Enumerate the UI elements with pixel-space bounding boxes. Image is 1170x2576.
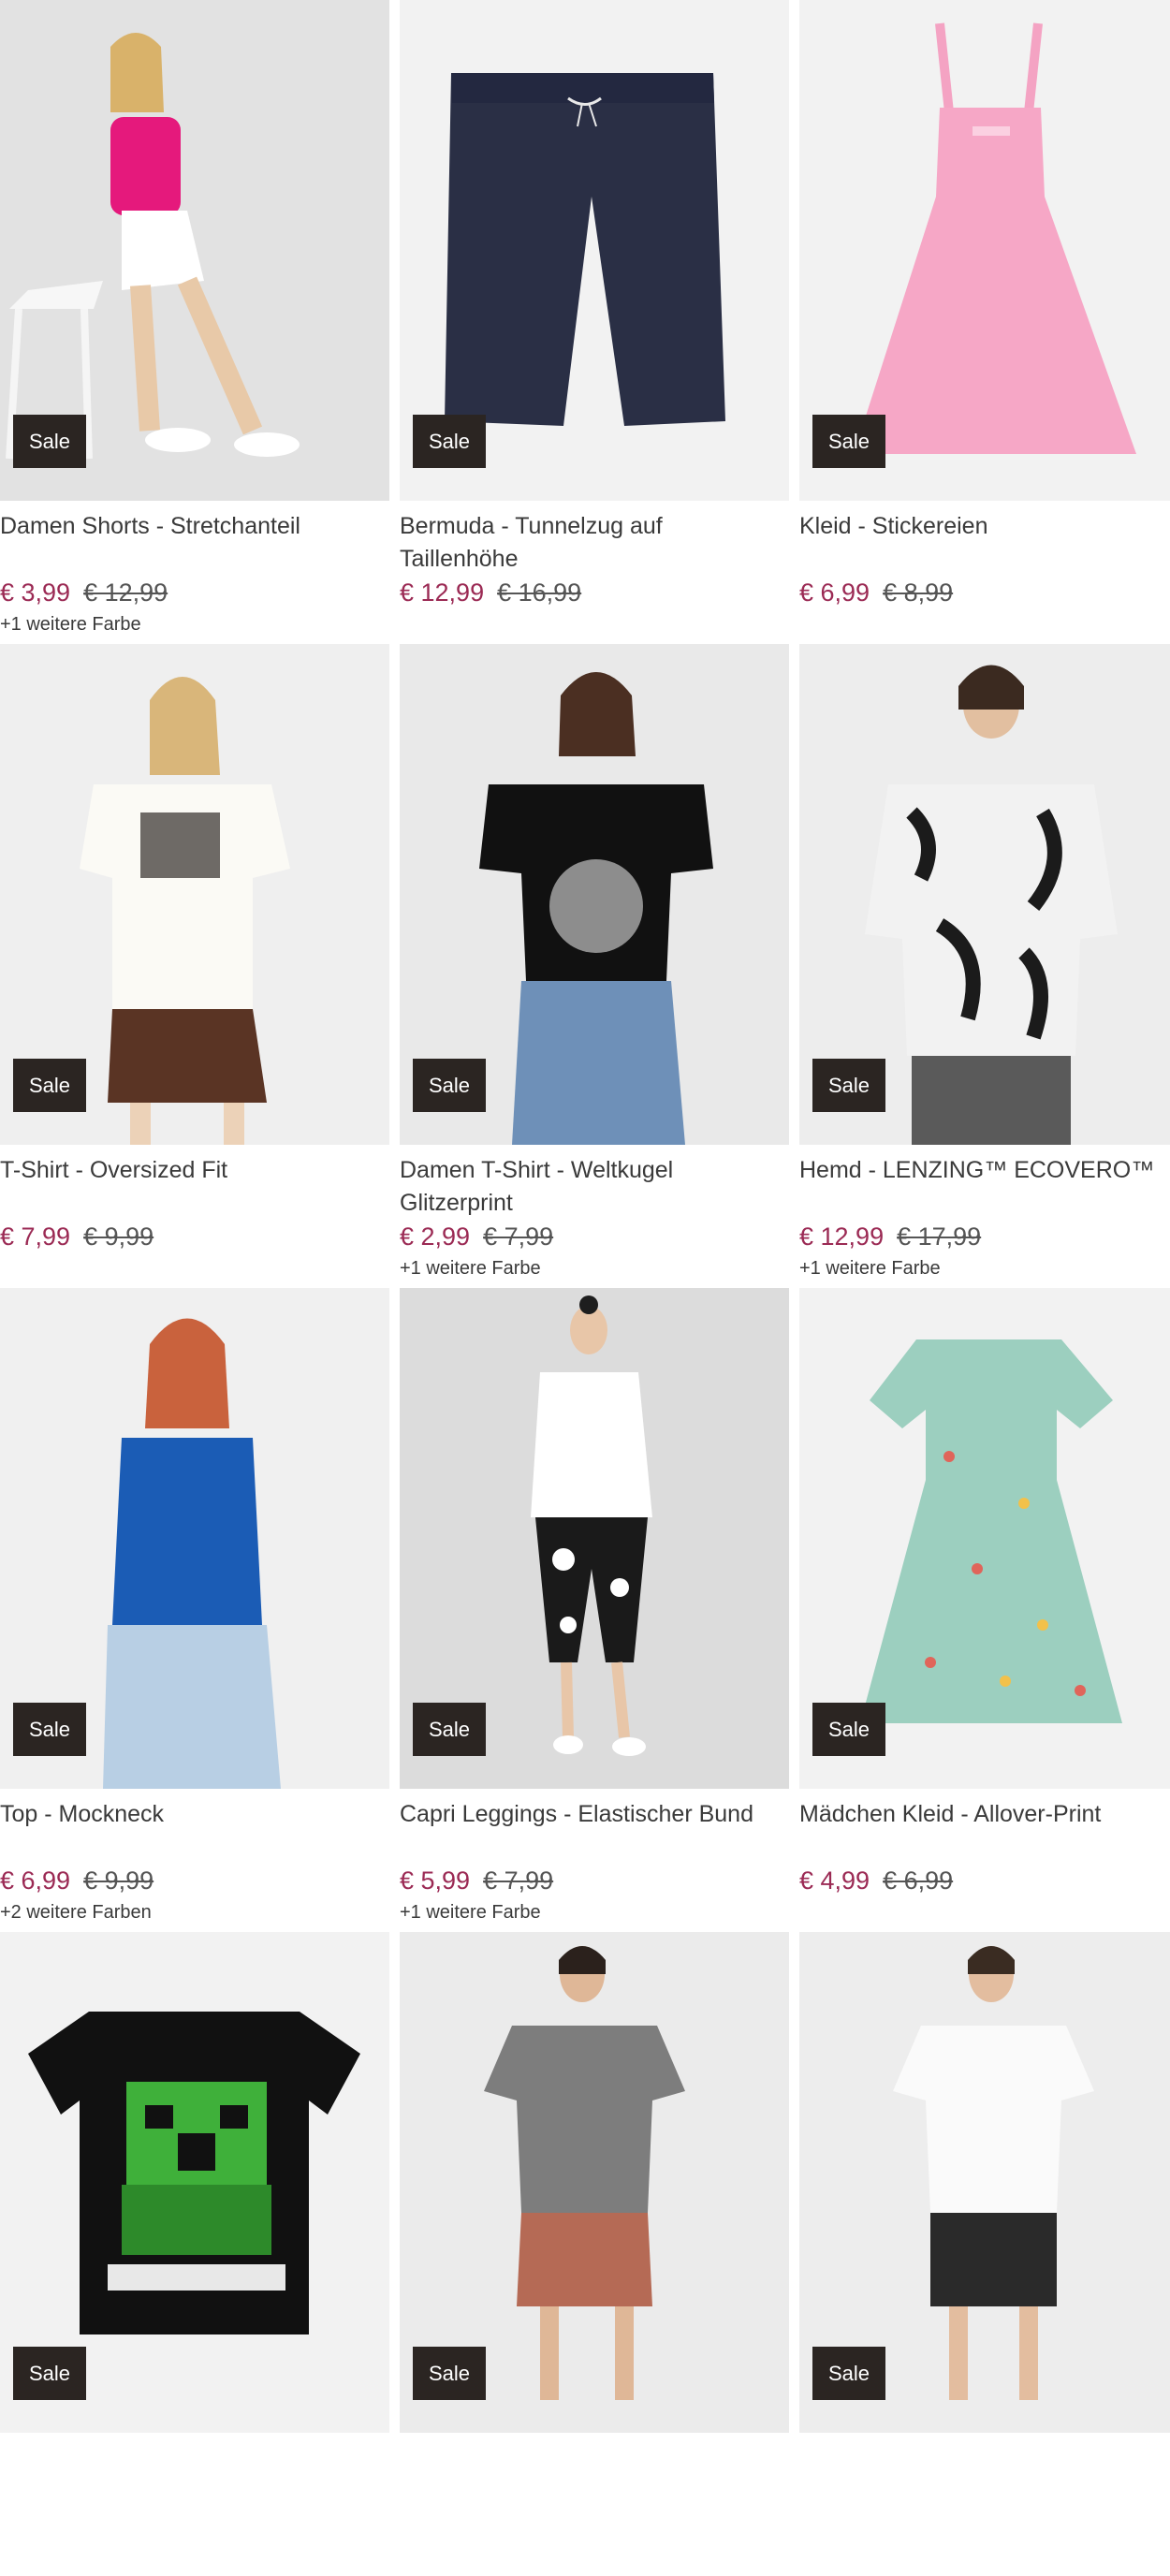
old-price: € 6,99 <box>883 1866 954 1895</box>
product-card[interactable]: Sale Hemd - LENZING™ ECOVERO™ € 12,99 € 1… <box>799 644 1170 1288</box>
product-title[interactable]: T-Shirt - Oversized Fit <box>0 1154 389 1220</box>
product-card[interactable]: Sale <box>799 1932 1170 2576</box>
sale-badge: Sale <box>413 2347 486 2400</box>
product-title[interactable]: Capri Leggings - Elastischer Bund <box>400 1798 789 1864</box>
product-image[interactable]: Sale <box>400 0 789 501</box>
old-price: € 16,99 <box>497 578 582 607</box>
product-card[interactable]: Sale Bermuda - Tunnelzug auf Taillenhöhe… <box>400 0 789 644</box>
old-price: € 12,99 <box>83 578 168 607</box>
more-colors[interactable]: +1 weitere Farbe <box>400 1899 789 1925</box>
product-title[interactable]: Damen Shorts - Stretchanteil <box>0 510 389 576</box>
old-price: € 9,99 <box>83 1222 154 1251</box>
price-row: € 2,99 € 7,99 <box>400 1220 789 1253</box>
sale-badge: Sale <box>413 1703 486 1756</box>
sale-price: € 12,99 <box>400 578 485 607</box>
sale-price: € 3,99 <box>0 578 71 607</box>
product-card[interactable]: Sale Kleid - Stickereien € 6,99 € 8,99 <box>799 0 1170 644</box>
old-price: € 17,99 <box>897 1222 982 1251</box>
product-image[interactable]: Sale <box>799 1288 1170 1789</box>
product-image[interactable]: Sale <box>400 1932 789 2433</box>
product-card[interactable]: Sale Damen Shorts - Stretchanteil € 3,99… <box>0 0 389 644</box>
old-price: € 7,99 <box>483 1222 554 1251</box>
product-card[interactable]: Sale Top - Mockneck € 6,99 € 9,99 +2 weit… <box>0 1288 389 1932</box>
sale-badge: Sale <box>13 2347 86 2400</box>
old-price: € 9,99 <box>83 1866 154 1895</box>
product-card[interactable]: Sale <box>0 1932 389 2576</box>
product-grid: Sale Damen Shorts - Stretchanteil € 3,99… <box>0 0 1170 2576</box>
sale-price: € 7,99 <box>0 1222 71 1251</box>
product-title[interactable]: Bermuda - Tunnelzug auf Taillenhöhe <box>400 510 789 576</box>
sale-price: € 4,99 <box>799 1866 870 1895</box>
more-colors[interactable]: +1 weitere Farbe <box>0 611 389 637</box>
sale-price: € 5,99 <box>400 1866 471 1895</box>
price-row: € 5,99 € 7,99 <box>400 1864 789 1897</box>
old-price: € 8,99 <box>883 578 954 607</box>
sale-badge: Sale <box>413 1059 486 1112</box>
product-image[interactable]: Sale <box>400 644 789 1145</box>
product-image[interactable]: Sale <box>0 0 389 501</box>
product-card[interactable]: Sale <box>400 1932 789 2576</box>
product-image[interactable]: Sale <box>0 1288 389 1789</box>
product-image[interactable]: Sale <box>0 1932 389 2433</box>
product-card[interactable]: Sale Mädchen Kleid - Allover-Print € 4,9… <box>799 1288 1170 1932</box>
sale-badge: Sale <box>13 1059 86 1112</box>
product-image[interactable]: Sale <box>799 0 1170 501</box>
sale-badge: Sale <box>812 1703 885 1756</box>
price-row: € 3,99 € 12,99 <box>0 576 389 609</box>
more-colors[interactable]: +1 weitere Farbe <box>400 1255 789 1281</box>
sale-badge: Sale <box>413 415 486 468</box>
price-row: € 7,99 € 9,99 <box>0 1220 389 1253</box>
old-price: € 7,99 <box>483 1866 554 1895</box>
price-row: € 12,99 € 16,99 <box>400 576 789 609</box>
price-row: € 4,99 € 6,99 <box>799 1864 1170 1897</box>
product-card[interactable]: Sale Damen T-Shirt - Weltkugel Glitzerpr… <box>400 644 789 1288</box>
price-row: € 12,99 € 17,99 <box>799 1220 1170 1253</box>
more-colors[interactable]: +2 weitere Farben <box>0 1899 389 1925</box>
sale-price: € 6,99 <box>0 1866 71 1895</box>
product-title[interactable]: Kleid - Stickereien <box>799 510 1170 576</box>
product-image[interactable]: Sale <box>400 1288 789 1789</box>
sale-badge: Sale <box>13 1703 86 1756</box>
price-row: € 6,99 € 9,99 <box>0 1864 389 1897</box>
product-card[interactable]: Sale T-Shirt - Oversized Fit € 7,99 € 9,9… <box>0 644 389 1288</box>
sale-badge: Sale <box>812 415 885 468</box>
sale-badge: Sale <box>812 2347 885 2400</box>
product-title[interactable]: Hemd - LENZING™ ECOVERO™ <box>799 1154 1170 1220</box>
product-title[interactable]: Mädchen Kleid - Allover-Print <box>799 1798 1170 1864</box>
more-colors[interactable]: +1 weitere Farbe <box>799 1255 1170 1281</box>
price-row: € 6,99 € 8,99 <box>799 576 1170 609</box>
sale-badge: Sale <box>812 1059 885 1112</box>
sale-badge: Sale <box>13 415 86 468</box>
product-image[interactable]: Sale <box>799 644 1170 1145</box>
product-title[interactable]: Top - Mockneck <box>0 1798 389 1864</box>
sale-price: € 6,99 <box>799 578 870 607</box>
product-card[interactable]: Sale Capri Leggings - Elastischer Bund €… <box>400 1288 789 1932</box>
product-image[interactable]: Sale <box>0 644 389 1145</box>
product-title[interactable]: Damen T-Shirt - Weltkugel Glitzerprint <box>400 1154 789 1220</box>
sale-price: € 2,99 <box>400 1222 471 1251</box>
product-image[interactable]: Sale <box>799 1932 1170 2433</box>
sale-price: € 12,99 <box>799 1222 885 1251</box>
